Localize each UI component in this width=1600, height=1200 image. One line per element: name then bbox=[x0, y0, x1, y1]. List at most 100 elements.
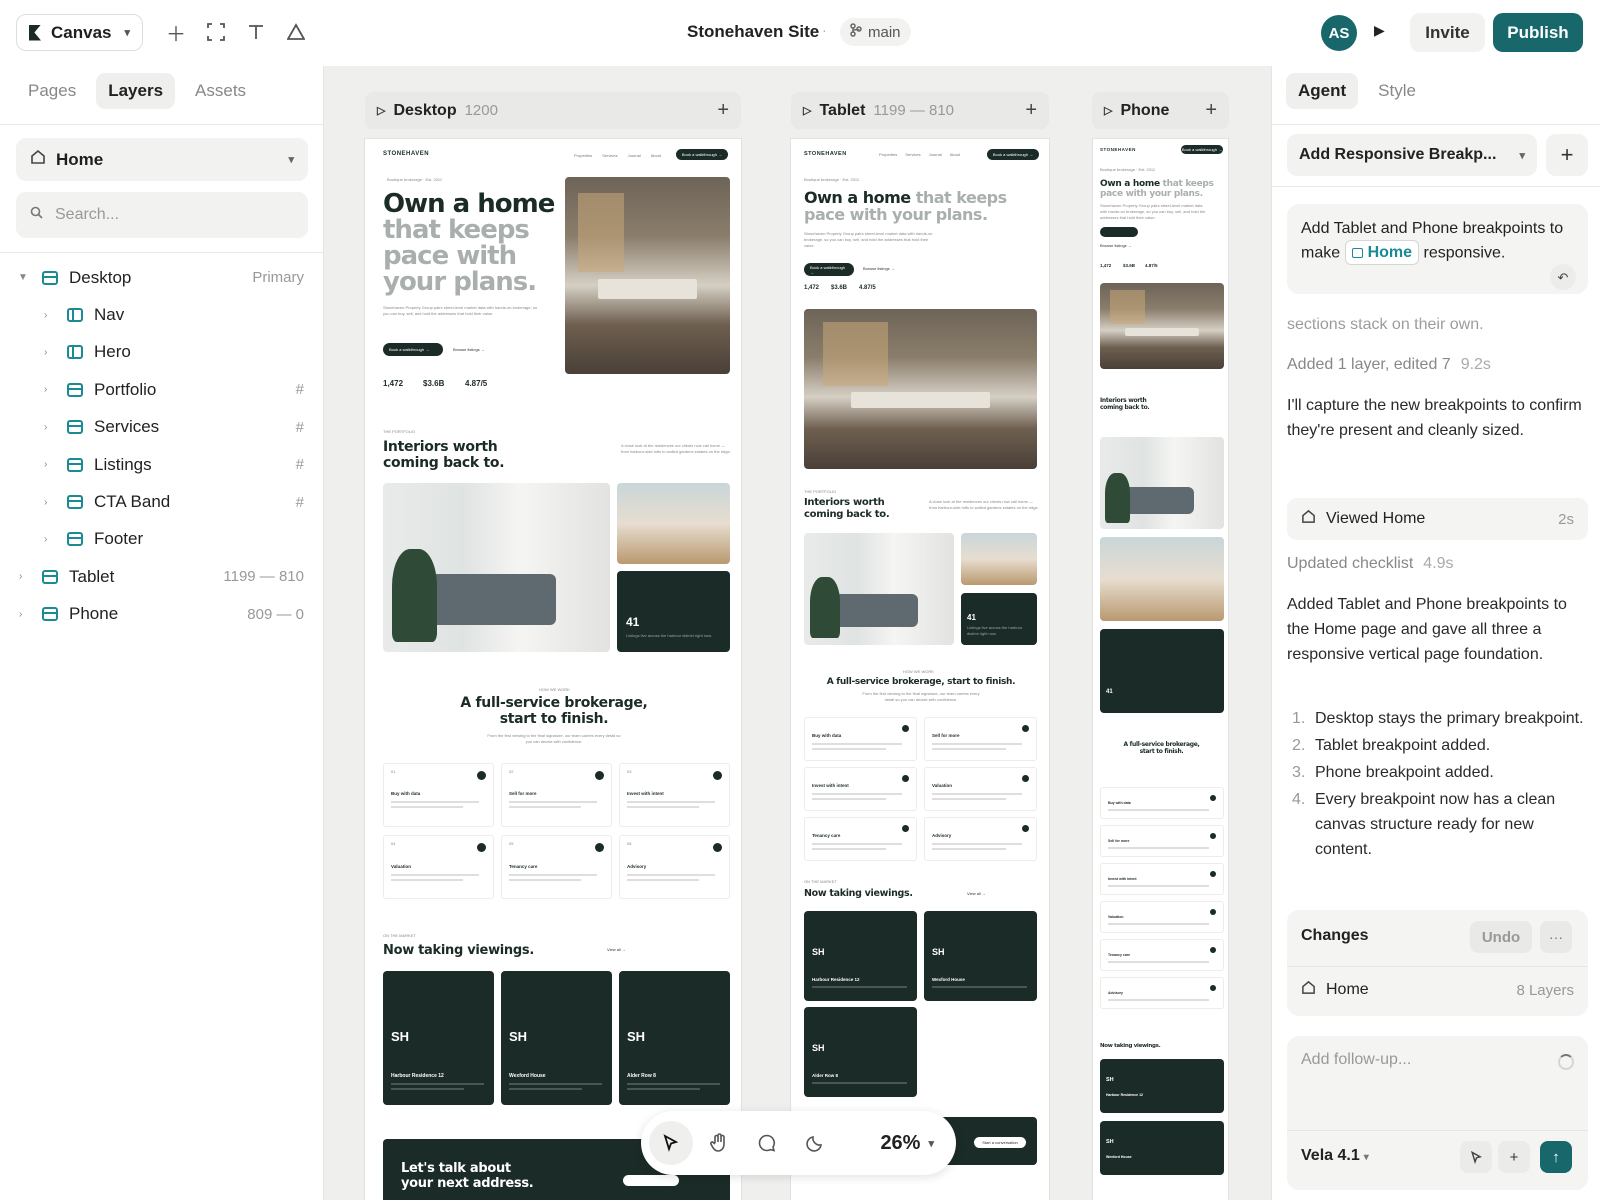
hero-primary-cta[interactable]: Book a walkthrough → bbox=[383, 343, 443, 356]
zoom-control[interactable]: 26% ▾ bbox=[880, 1132, 934, 1155]
service-card[interactable]: Invest with intent bbox=[1100, 863, 1224, 895]
layer-row-hero[interactable]: › Hero bbox=[0, 334, 324, 371]
avatar[interactable]: AS bbox=[1321, 15, 1357, 51]
chevron-right-icon[interactable]: › bbox=[44, 422, 47, 433]
tab-pages[interactable]: Pages bbox=[16, 73, 88, 109]
follow-up-input[interactable]: Add follow-up... bbox=[1301, 1051, 1411, 1069]
service-card[interactable]: Tenancy care bbox=[804, 817, 917, 861]
invite-button[interactable]: Invite bbox=[1410, 13, 1485, 52]
chevron-right-icon[interactable]: › bbox=[44, 384, 47, 395]
site-nav-cta[interactable]: Book a walkthrough → bbox=[676, 149, 728, 160]
change-row[interactable]: Home 8 Layers bbox=[1301, 980, 1574, 1000]
nav-link[interactable]: About bbox=[651, 153, 661, 158]
pointer-icon[interactable] bbox=[1460, 1141, 1492, 1173]
chevron-right-icon[interactable]: › bbox=[19, 609, 22, 620]
publish-button[interactable]: Publish bbox=[1493, 13, 1583, 52]
add-icon[interactable]: + bbox=[1498, 1141, 1530, 1173]
add-icon[interactable]: + bbox=[1025, 99, 1037, 122]
service-card[interactable]: Advisory bbox=[924, 817, 1037, 861]
cta-band-button[interactable] bbox=[623, 1175, 679, 1186]
chevron-right-icon[interactable]: › bbox=[44, 534, 47, 545]
phone-frame[interactable]: STONEHAVEN Book a walkthrough → Boutique… bbox=[1092, 138, 1229, 1200]
service-card[interactable]: Invest with intent bbox=[804, 767, 917, 811]
tab-style[interactable]: Style bbox=[1366, 73, 1428, 109]
design-canvas[interactable]: ▷ Desktop 1200 + ▷ Tablet 1199 — 810 + ▷… bbox=[325, 66, 1271, 1200]
add-icon[interactable]: + bbox=[717, 99, 729, 122]
layer-row-footer[interactable]: › Footer bbox=[0, 521, 324, 558]
play-icon[interactable]: ▷ bbox=[1104, 104, 1112, 117]
listing-card[interactable]: SH Wexford House bbox=[1100, 1121, 1224, 1175]
shape-tool-icon[interactable] bbox=[282, 18, 310, 46]
tab-assets[interactable]: Assets bbox=[183, 73, 258, 109]
play-icon[interactable]: ▶ bbox=[1374, 22, 1385, 39]
revert-icon[interactable]: ↶ bbox=[1550, 264, 1576, 290]
chevron-right-icon[interactable]: › bbox=[44, 459, 47, 470]
listing-card[interactable]: SH Wexford House bbox=[924, 911, 1037, 1001]
service-card[interactable]: Valuation bbox=[1100, 901, 1224, 933]
listing-card[interactable]: SH Harbour Residence 12 bbox=[804, 911, 917, 1001]
service-card[interactable]: 05 Tenancy care bbox=[501, 835, 612, 899]
service-card[interactable]: Tenancy care bbox=[1100, 939, 1224, 971]
site-nav-cta[interactable]: Book a walkthrough → bbox=[987, 149, 1039, 160]
play-icon[interactable]: ▷ bbox=[377, 104, 385, 117]
page-selector[interactable]: Home ▾ bbox=[16, 138, 308, 181]
chevron-right-icon[interactable]: › bbox=[44, 347, 47, 358]
nav-link[interactable]: Services bbox=[602, 153, 617, 158]
page-reference-chip[interactable]: Home bbox=[1344, 240, 1420, 265]
listing-card[interactable]: SH Wexford House bbox=[501, 971, 612, 1105]
listing-card[interactable]: SH Alder Row 8 bbox=[619, 971, 730, 1105]
conversation-selector[interactable]: Add Responsive Breakp... ▾ bbox=[1287, 134, 1537, 176]
frame-tool-icon[interactable] bbox=[202, 18, 230, 46]
hero-secondary-cta[interactable]: Browse listings → bbox=[453, 347, 485, 353]
hero-primary-cta[interactable] bbox=[1100, 227, 1138, 237]
chevron-right-icon[interactable]: › bbox=[44, 310, 47, 321]
service-card[interactable]: Advisory bbox=[1100, 977, 1224, 1009]
hero-secondary-cta[interactable]: Browse listings → bbox=[1100, 243, 1132, 249]
service-card[interactable]: Sell for more bbox=[1100, 825, 1224, 857]
add-icon[interactable]: ＋ bbox=[162, 18, 190, 46]
layer-row-portfolio[interactable]: › Portfolio # bbox=[0, 371, 324, 408]
view-all-link[interactable]: View all → bbox=[607, 947, 626, 953]
listing-card[interactable]: SH Harbour Residence 12 bbox=[1100, 1059, 1224, 1113]
tablet-frame[interactable]: STONEHAVEN Properties Services Journal A… bbox=[790, 138, 1050, 1200]
branch-selector[interactable]: main bbox=[840, 18, 911, 46]
frame-header-desktop[interactable]: ▷ Desktop 1200 + bbox=[365, 92, 741, 129]
layer-row-services[interactable]: › Services # bbox=[0, 409, 324, 446]
frame-header-tablet[interactable]: ▷ Tablet 1199 — 810 + bbox=[791, 92, 1049, 129]
text-tool-icon[interactable] bbox=[242, 18, 270, 46]
view-all-link[interactable]: View all → bbox=[967, 891, 986, 897]
cta-band-button[interactable]: Start a conversation bbox=[974, 1137, 1026, 1148]
nav-link[interactable]: Journal bbox=[628, 153, 641, 158]
service-card[interactable]: Sell for more bbox=[924, 717, 1037, 761]
service-card[interactable]: 03 Invest with intent bbox=[619, 763, 730, 827]
chevron-down-icon[interactable]: ▼ bbox=[18, 272, 28, 283]
layer-row-listings[interactable]: › Listings # bbox=[0, 446, 324, 483]
hero-secondary-cta[interactable]: Browse listings → bbox=[863, 266, 895, 272]
listing-card[interactable]: SH Alder Row 8 bbox=[804, 1007, 917, 1097]
viewed-page-chip[interactable]: Viewed Home 2s bbox=[1287, 498, 1588, 540]
layer-row-phone[interactable]: › Phone 809 — 0 bbox=[0, 596, 324, 633]
select-tool-icon[interactable] bbox=[649, 1121, 693, 1165]
layer-row-tablet[interactable]: › Tablet 1199 — 810 bbox=[0, 558, 324, 595]
layer-row-desktop[interactable]: ▼ Desktop Primary bbox=[0, 259, 324, 296]
frame-header-phone[interactable]: ▷ Phone + bbox=[1092, 92, 1229, 129]
model-selector[interactable]: Vela 4.1 ▾ bbox=[1301, 1147, 1369, 1165]
service-card[interactable]: 02 Sell for more bbox=[501, 763, 612, 827]
undo-button[interactable]: Undo bbox=[1470, 921, 1532, 953]
service-card[interactable]: Buy with data bbox=[804, 717, 917, 761]
hero-primary-cta[interactable]: Book a walkthrough → bbox=[804, 263, 854, 276]
send-icon[interactable]: ↑ bbox=[1540, 1141, 1572, 1173]
service-card[interactable]: 06 Advisory bbox=[619, 835, 730, 899]
dark-mode-icon[interactable] bbox=[793, 1121, 837, 1165]
layer-search-input[interactable]: Search... bbox=[16, 192, 308, 238]
layer-row-cta-band[interactable]: › CTA Band # bbox=[0, 483, 324, 520]
add-icon[interactable]: + bbox=[1205, 99, 1217, 122]
document-title[interactable]: Stonehaven Site bbox=[687, 22, 819, 42]
chevron-right-icon[interactable]: › bbox=[44, 497, 47, 508]
layer-row-nav[interactable]: › Nav bbox=[0, 296, 324, 333]
hand-tool-icon[interactable] bbox=[697, 1121, 741, 1165]
new-conversation-button[interactable]: + bbox=[1546, 134, 1588, 176]
service-card[interactable]: Buy with data bbox=[1100, 787, 1224, 819]
tab-layers[interactable]: Layers bbox=[96, 73, 176, 109]
nav-link[interactable]: Properties bbox=[574, 153, 592, 158]
